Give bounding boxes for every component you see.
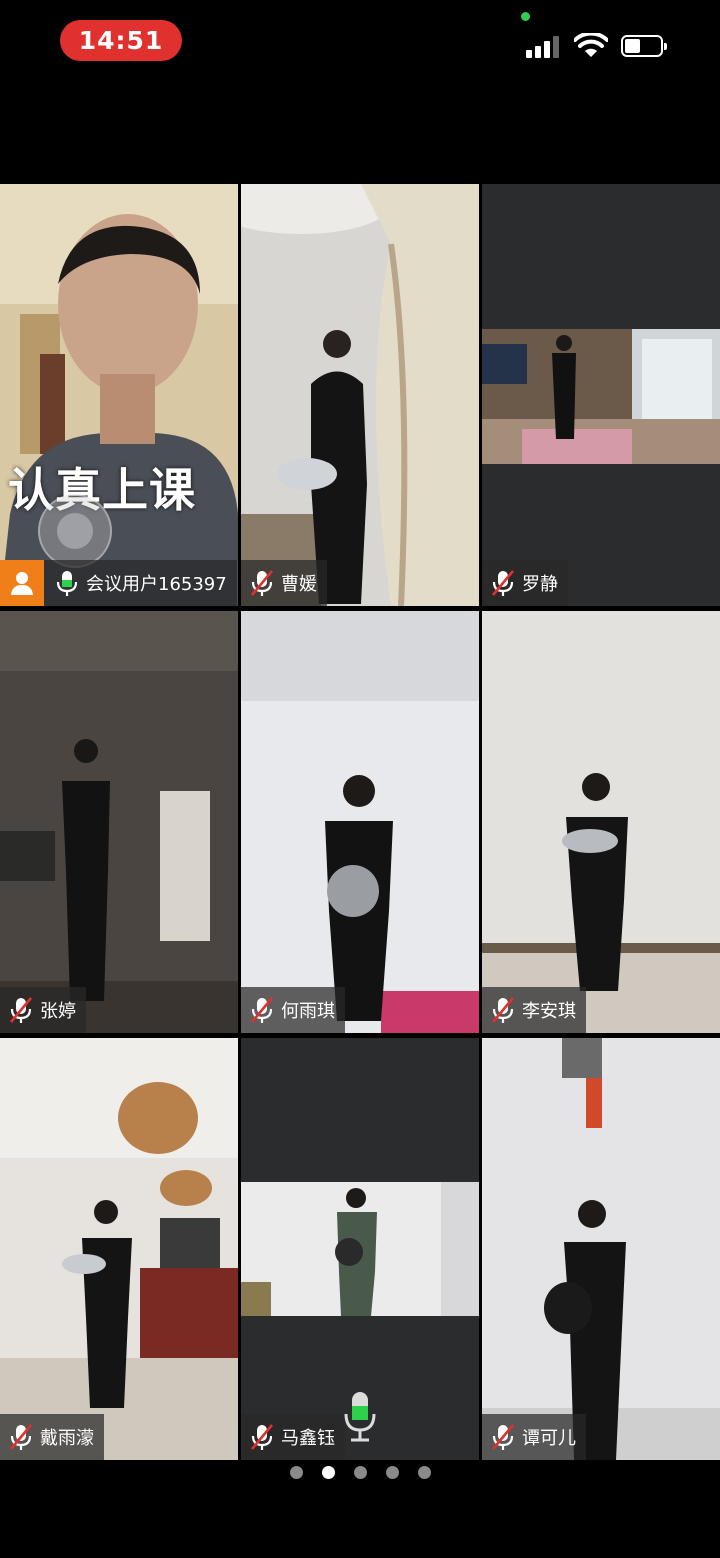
page-dot[interactable]: [353, 1466, 367, 1479]
participant-name-tag: 罗静: [482, 560, 568, 606]
status-bar: 14:51: [0, 0, 720, 90]
microphone-muted-icon: [492, 570, 514, 596]
speaking-microphone-icon: [344, 1392, 376, 1442]
microphone-muted-icon: [492, 1424, 514, 1450]
page-dot[interactable]: [385, 1466, 399, 1479]
microphone-muted-icon: [10, 1424, 32, 1450]
microphone-muted-icon: [251, 997, 273, 1023]
participant-video: [0, 611, 238, 1033]
page-indicator[interactable]: [0, 1466, 720, 1484]
participant-name: 张婷: [40, 1001, 76, 1022]
participant-name-tag: 会议用户165397: [0, 560, 237, 606]
participant-name: 会议用户165397: [86, 574, 227, 595]
video-tile-host[interactable]: 认真上课 会议用户165397: [0, 184, 238, 606]
video-tile[interactable]: 何雨琪: [241, 611, 479, 1033]
host-badge-icon: [0, 560, 44, 606]
microphone-muted-icon: [492, 997, 514, 1023]
page-dot[interactable]: [321, 1466, 335, 1479]
participant-video: [241, 1182, 479, 1316]
floating-assistive-button[interactable]: [38, 494, 112, 568]
page-dot[interactable]: [417, 1466, 431, 1479]
participant-name-tag: 何雨琪: [241, 987, 345, 1033]
microphone-muted-icon: [10, 997, 32, 1023]
participant-name-tag: 马鑫钰: [241, 1414, 345, 1460]
participant-name-tag: 曹媛: [241, 560, 327, 606]
video-tile[interactable]: 罗静: [482, 184, 720, 606]
participant-name: 罗静: [522, 574, 558, 595]
microphone-muted-icon: [251, 570, 273, 596]
participant-name-tag: 谭可儿: [482, 1414, 586, 1460]
participant-video: [241, 184, 479, 606]
participant-video: [241, 611, 479, 1033]
video-tile[interactable]: 李安琪: [482, 611, 720, 1033]
participant-video: [482, 1038, 720, 1460]
time-pill[interactable]: 14:51: [60, 20, 182, 61]
participant-video: [0, 184, 238, 606]
video-tile[interactable]: 张婷: [0, 611, 238, 1033]
participant-name: 马鑫钰: [281, 1428, 335, 1449]
participant-name: 李安琪: [522, 1001, 576, 1022]
video-tile[interactable]: 谭可儿: [482, 1038, 720, 1460]
page-dot[interactable]: [289, 1466, 303, 1479]
participant-name: 戴雨濛: [40, 1428, 94, 1449]
participant-video: [482, 611, 720, 1033]
participant-name: 谭可儿: [522, 1428, 576, 1449]
video-tile[interactable]: 戴雨濛: [0, 1038, 238, 1460]
participant-name: 何雨琪: [281, 1001, 335, 1022]
battery-icon: [621, 35, 667, 57]
participant-video: [482, 329, 720, 464]
clock-time: 14:51: [78, 26, 164, 55]
camera-in-use-indicator: [521, 12, 530, 21]
wifi-icon: [574, 33, 608, 57]
cellular-signal-icon: [526, 36, 562, 58]
video-grid: 认真上课 会议用户165397 曹媛 罗静 张婷 何雨琪 李安琪 戴雨濛 马鑫钰…: [0, 184, 720, 1460]
microphone-muted-icon: [251, 1424, 273, 1450]
video-tile[interactable]: 曹媛: [241, 184, 479, 606]
participant-name-tag: 张婷: [0, 987, 86, 1033]
microphone-on-icon: [56, 571, 78, 596]
participant-name: 曹媛: [281, 574, 317, 595]
participant-video: [0, 1038, 238, 1460]
participant-name-tag: 李安琪: [482, 987, 586, 1033]
participant-name-tag: 戴雨濛: [0, 1414, 104, 1460]
